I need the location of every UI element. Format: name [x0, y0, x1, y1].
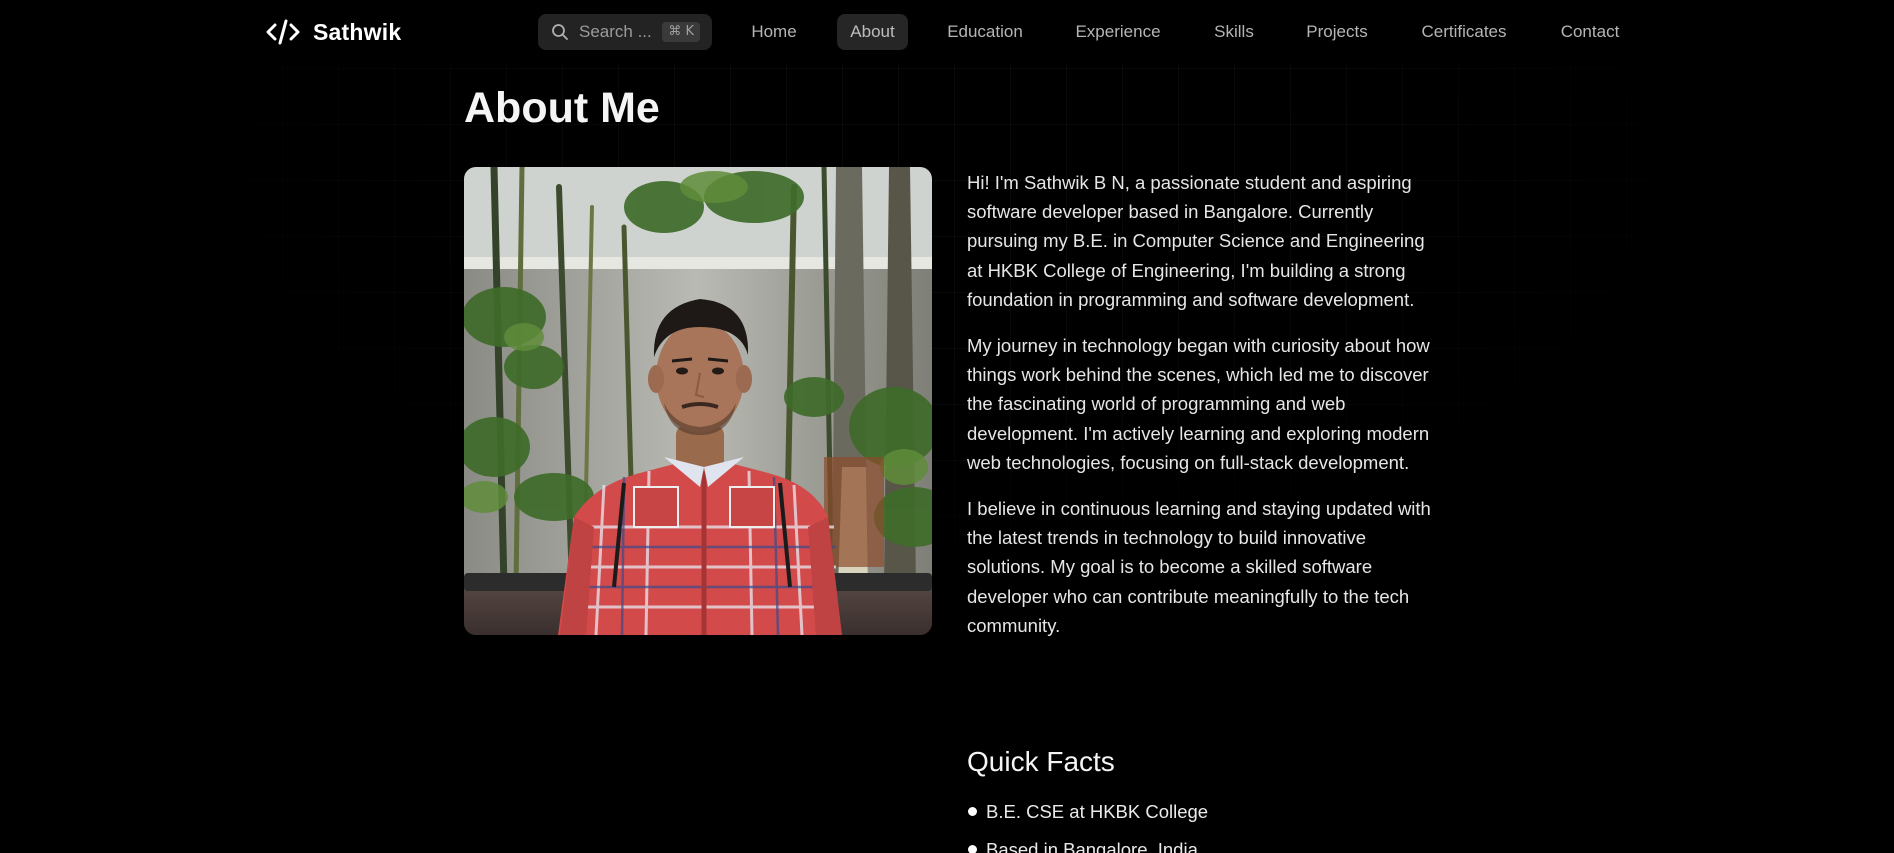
profile-photo-image: [464, 167, 932, 635]
bullet-icon: [968, 845, 977, 853]
brand-name: Sathwik: [313, 18, 402, 45]
quick-fact-text: Based in Bangalore, India: [986, 839, 1198, 853]
quick-facts-title: Quick Facts: [967, 746, 1115, 777]
nav-item-experience[interactable]: Experience: [1063, 14, 1173, 50]
page-title: About Me: [464, 84, 660, 132]
navbar: Sathwik Search ... ⌘ K Home About Educat…: [0, 0, 1894, 64]
search-shortcut-badge: ⌘ K: [662, 22, 700, 42]
quick-fact-text: B.E. CSE at HKBK College: [986, 801, 1209, 822]
grid-background: [0, 0, 1894, 853]
bullet-icon: [968, 807, 977, 816]
nav-item-home[interactable]: Home: [740, 14, 808, 50]
nav-item-certificates[interactable]: Certificates: [1409, 14, 1519, 50]
bio-paragraph: Hi! I'm Sathwik B N, a passionate studen…: [967, 172, 1425, 310]
quick-fact-item: B.E. CSE at HKBK College: [967, 797, 1208, 835]
code-icon: [266, 19, 300, 45]
search-label: Search ...: [579, 22, 652, 41]
bio-paragraph: I believe in continuous learning and sta…: [967, 498, 1431, 636]
nav-item-contact[interactable]: Contact: [1549, 14, 1631, 50]
nav-item-projects[interactable]: Projects: [1295, 14, 1379, 50]
search-button[interactable]: Search ... ⌘ K: [538, 14, 712, 50]
search-icon: [552, 24, 568, 40]
quick-facts-list: B.E. CSE at HKBK College Based in Bangal…: [967, 797, 1208, 853]
profile-photo: [464, 167, 932, 635]
bio-paragraph: My journey in technology began with curi…: [967, 335, 1430, 473]
brand-link[interactable]: Sathwik: [266, 14, 401, 50]
nav-item-about[interactable]: About: [837, 14, 908, 50]
nav-item-skills[interactable]: Skills: [1203, 14, 1265, 50]
about-bio: Hi! I'm Sathwik B N, a passionate studen…: [967, 168, 1437, 657]
quick-fact-item: Based in Bangalore, India: [967, 835, 1208, 853]
nav-item-education[interactable]: Education: [937, 14, 1033, 50]
page: Sathwik Search ... ⌘ K Home About Educat…: [0, 0, 1894, 853]
